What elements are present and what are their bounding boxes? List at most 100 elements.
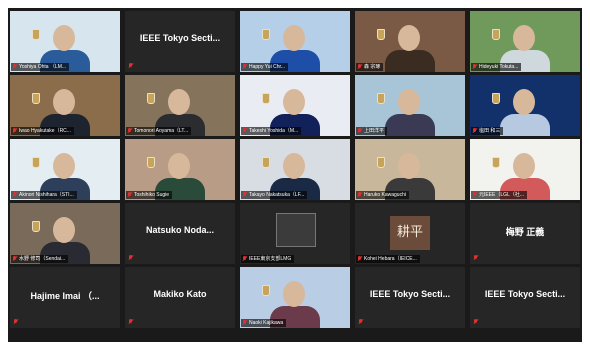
mic-muted-icon xyxy=(357,256,362,262)
participant-head xyxy=(168,89,190,115)
mic-muted-icon xyxy=(12,64,17,70)
participant-tile[interactable]: Takayo Nakatsuka（LF... xyxy=(240,139,350,200)
participant-name: Haruko Kawaguchi xyxy=(364,192,406,198)
participant-tile[interactable]: Yoshiya Ohta （LM... xyxy=(10,11,120,72)
participant-silhouette xyxy=(500,114,550,136)
participant-tile[interactable]: Happy Yui Chr... xyxy=(240,11,350,72)
participant-display-name: IEEE Tokyo Secti... xyxy=(139,33,221,43)
participant-name: Akinori Nishihara（STI... xyxy=(19,192,74,198)
toast-glass xyxy=(377,157,385,168)
mic-muted-icon xyxy=(242,320,247,326)
participant-head xyxy=(283,281,305,307)
mic-muted-icon xyxy=(358,319,363,325)
mic-muted-icon xyxy=(242,128,247,134)
participant-name: IEEE東京支部LMG xyxy=(249,256,292,262)
gallery-grid: Yoshiya Ohta （LM... IEEE Tokyo Secti... Ha… xyxy=(10,11,582,329)
participant-nameplate: Haruko Kawaguchi xyxy=(356,191,409,199)
participant-tile[interactable]: Natsuko Noda... xyxy=(125,203,235,264)
participant-name: 塩田 和三 xyxy=(479,128,501,134)
mic-muted-icon xyxy=(472,192,477,198)
participant-name: Takeshi Yoshida（M... xyxy=(249,128,299,134)
participant-name: Iwao Hyakutake（RC... xyxy=(19,128,71,134)
participant-name: Naoki Kajikawa xyxy=(249,320,284,326)
participant-head xyxy=(53,25,75,51)
participant-nameplate: 元IEEE（LGL（社... xyxy=(471,191,528,199)
toast-glass xyxy=(32,157,40,168)
participant-head xyxy=(53,217,75,243)
participant-tile[interactable]: Makiko Kato xyxy=(125,267,235,328)
participant-tile[interactable]: Naoki Kajikawa xyxy=(240,267,350,328)
participant-tile[interactable]: IEEE Tokyo Secti... xyxy=(470,267,580,328)
participant-tile[interactable]: Iwao Hyakutake（RC... xyxy=(10,75,120,136)
participant-silhouette xyxy=(385,114,435,136)
participant-tile[interactable]: 森 宗琢 xyxy=(355,11,465,72)
participant-head xyxy=(398,25,420,51)
participant-head xyxy=(398,153,420,179)
participant-head xyxy=(398,89,420,115)
participant-name: Tomonori Aoyama（LT... xyxy=(134,128,189,134)
participant-name: Yoshiya Ohta （LM... xyxy=(19,64,67,70)
participant-tile[interactable]: IEEE東京支部LMG xyxy=(240,203,350,264)
participant-nameplate: 塩田 和三 xyxy=(471,127,504,135)
toast-glass xyxy=(147,157,155,168)
participant-nameplate: Happy Yui Chr... xyxy=(241,63,289,71)
participant-tile[interactable]: 梅野 正義 xyxy=(470,203,580,264)
participant-nameplate: Hideyuki Tokuta... xyxy=(471,63,522,71)
participant-nameplate: Yoshiya Ohta （LM... xyxy=(11,63,70,71)
mic-muted-icon xyxy=(242,256,247,262)
mic-muted-icon xyxy=(472,64,477,70)
participant-display-name: 梅野 正義 xyxy=(505,227,545,237)
participant-name: Kohei Hebara（IEICE... xyxy=(364,256,417,262)
participant-tile[interactable]: 水野 修司（Sendai... xyxy=(10,203,120,264)
participant-nameplate: Takayo Nakatsuka（LF... xyxy=(241,191,308,199)
mic-muted-icon xyxy=(13,319,18,325)
toast-glass xyxy=(377,29,385,40)
participant-name: Takayo Nakatsuka（LF... xyxy=(249,192,305,198)
mic-muted-icon xyxy=(473,255,478,261)
participant-tile[interactable]: 塩田 和三 xyxy=(470,75,580,136)
toast-glass xyxy=(32,93,40,104)
participant-tile[interactable]: 耕平 Kohei Hebara（IEICE... xyxy=(355,203,465,264)
mic-muted-icon xyxy=(472,128,477,134)
participant-tile[interactable]: IEEE Tokyo Secti... xyxy=(125,11,235,72)
participant-tile[interactable]: IEEE Tokyo Secti... xyxy=(355,267,465,328)
participant-name: 水野 修司（Sendai... xyxy=(19,256,66,262)
participant-tile[interactable]: Takeshi Yoshida（M... xyxy=(240,75,350,136)
participant-nameplate: Iwao Hyakutake（RC... xyxy=(11,127,74,135)
participant-nameplate: 上田洋平 xyxy=(356,127,388,135)
mic-muted-icon xyxy=(128,255,133,261)
participant-name: 上田洋平 xyxy=(364,128,385,134)
participant-nameplate: Akinori Nishihara（STI... xyxy=(11,191,77,199)
participant-nameplate: IEEE東京支部LMG xyxy=(241,255,295,263)
participant-display-name: IEEE Tokyo Secti... xyxy=(484,289,566,299)
participant-head xyxy=(168,153,190,179)
participant-nameplate: Takeshi Yoshida（M... xyxy=(241,127,302,135)
participant-tile[interactable]: Toshihiko Sugie xyxy=(125,139,235,200)
participant-tile[interactable]: Tomonori Aoyama（LT... xyxy=(125,75,235,136)
participant-tile[interactable]: Hideyuki Tokuta... xyxy=(470,11,580,72)
participant-tile[interactable]: Akinori Nishihara（STI... xyxy=(10,139,120,200)
participant-tile[interactable]: 元IEEE（LGL（社... xyxy=(470,139,580,200)
participant-tile[interactable]: 上田洋平 xyxy=(355,75,465,136)
participant-name: Toshihiko Sugie xyxy=(134,192,170,198)
participant-nameplate: Tomonori Aoyama（LT... xyxy=(126,127,192,135)
participant-name: Hideyuki Tokuta... xyxy=(479,64,519,70)
participant-display-name: Hajime Imai （... xyxy=(30,291,100,301)
toast-glass xyxy=(492,93,500,104)
participant-head xyxy=(283,153,305,179)
participant-display-name: Makiko Kato xyxy=(153,289,207,299)
mic-muted-icon xyxy=(127,192,132,198)
toast-glass xyxy=(262,29,270,40)
participant-head xyxy=(53,89,75,115)
profile-photo xyxy=(276,213,316,247)
toast-glass xyxy=(147,93,155,104)
participant-tile[interactable]: Hajime Imai （... xyxy=(10,267,120,328)
toast-glass xyxy=(377,93,385,104)
mic-muted-icon xyxy=(242,64,247,70)
participant-nameplate: 水野 修司（Sendai... xyxy=(11,255,69,263)
participant-tile[interactable]: Haruko Kawaguchi xyxy=(355,139,465,200)
participant-silhouette xyxy=(385,50,435,72)
mic-muted-icon xyxy=(12,128,17,134)
participant-display-name: IEEE Tokyo Secti... xyxy=(369,289,451,299)
mic-muted-icon xyxy=(357,128,362,134)
